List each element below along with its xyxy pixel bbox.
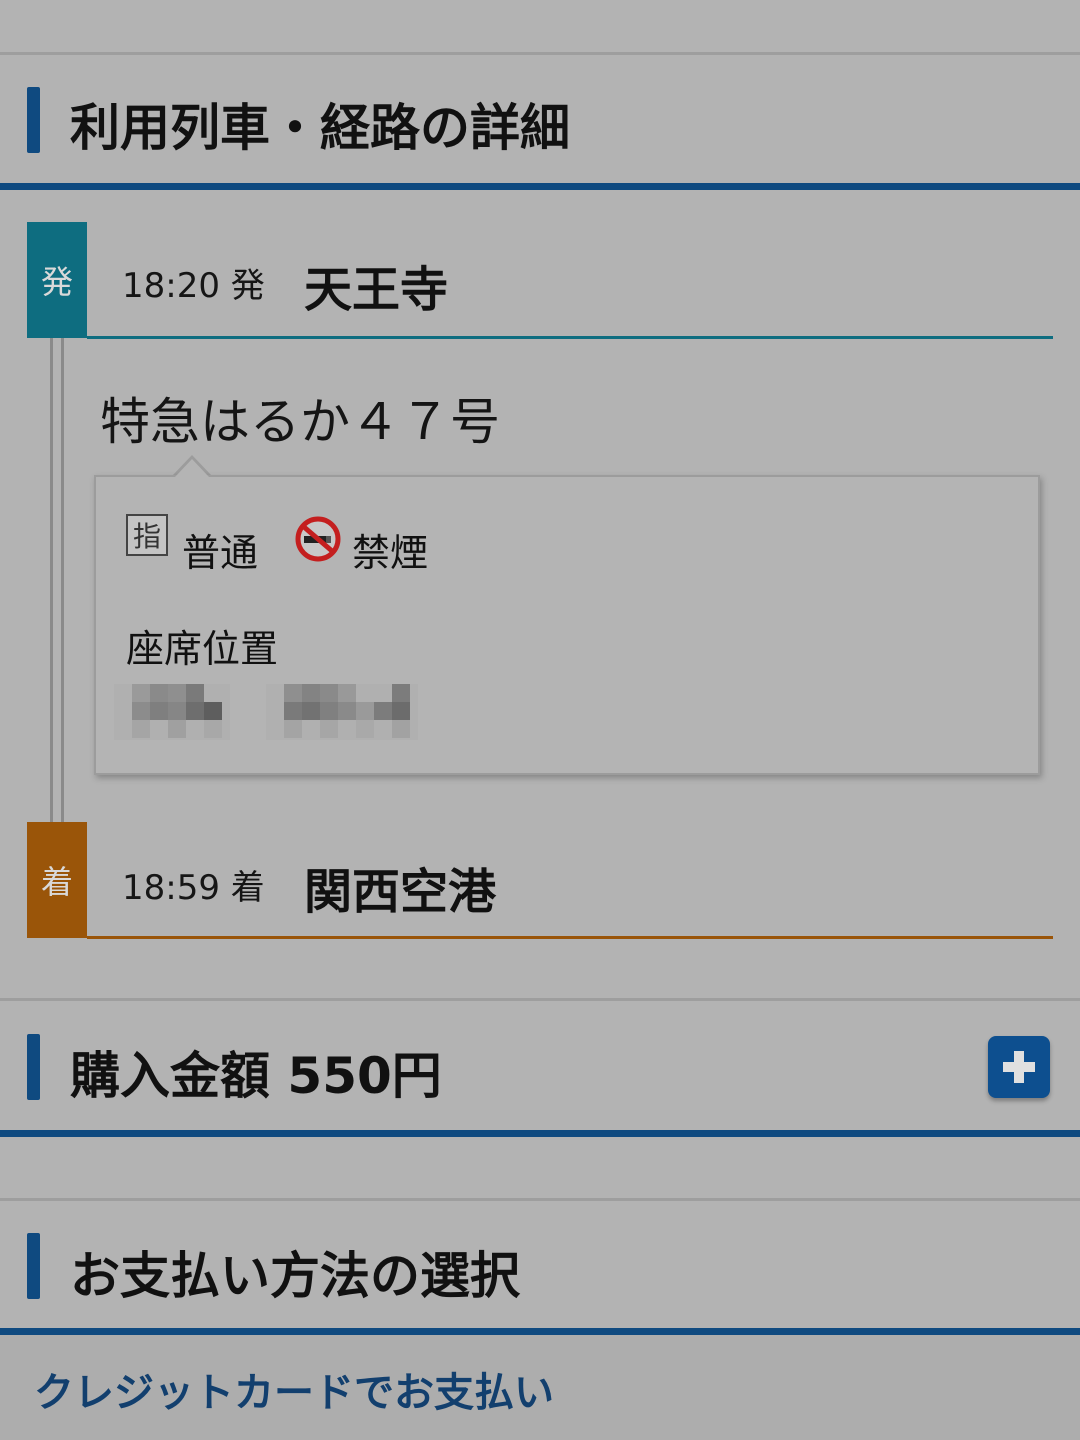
section-marker xyxy=(27,87,40,153)
route-section-underline xyxy=(0,183,1080,190)
top-divider xyxy=(0,52,1080,55)
section-divider xyxy=(0,998,1080,1001)
smoking-label: 禁煙 xyxy=(352,531,429,575)
card-pointer-fill xyxy=(175,459,209,477)
seat-class: 普通 xyxy=(182,531,259,575)
arrival-badge: 着 xyxy=(27,822,87,938)
arrival-station: 関西空港 xyxy=(304,864,497,920)
payment-method-title: お支払い方法の選択 xyxy=(70,1247,520,1305)
reserved-seat-icon: 指 xyxy=(126,514,168,556)
seat-position-label: 座席位置 xyxy=(126,627,279,671)
departure-underline xyxy=(87,336,1053,339)
purchase-section-underline xyxy=(0,1130,1080,1137)
expand-price-button[interactable] xyxy=(988,1036,1050,1098)
arrival-underline xyxy=(87,936,1053,939)
seat-number-redacted xyxy=(114,684,230,740)
no-smoking-icon xyxy=(294,515,342,563)
section-marker xyxy=(27,1233,40,1299)
route-details-title: 利用列車・経路の詳細 xyxy=(70,99,570,157)
seat-number-redacted xyxy=(266,684,418,740)
plus-icon xyxy=(1003,1051,1035,1083)
section-marker xyxy=(27,1034,40,1100)
credit-card-payment-link[interactable]: クレジットカードでお支払い xyxy=(34,1360,554,1418)
departure-time: 18:20 発 xyxy=(122,266,265,306)
purchase-amount-title: 購入金額 550円 xyxy=(70,1047,442,1105)
payment-section-underline xyxy=(0,1328,1080,1335)
departure-badge: 発 xyxy=(27,222,87,338)
train-name: 特急はるか４７号 xyxy=(100,393,500,451)
section-divider xyxy=(0,1198,1080,1201)
route-rail xyxy=(50,338,64,822)
arrival-time: 18:59 着 xyxy=(122,868,265,908)
departure-station: 天王寺 xyxy=(304,262,449,318)
